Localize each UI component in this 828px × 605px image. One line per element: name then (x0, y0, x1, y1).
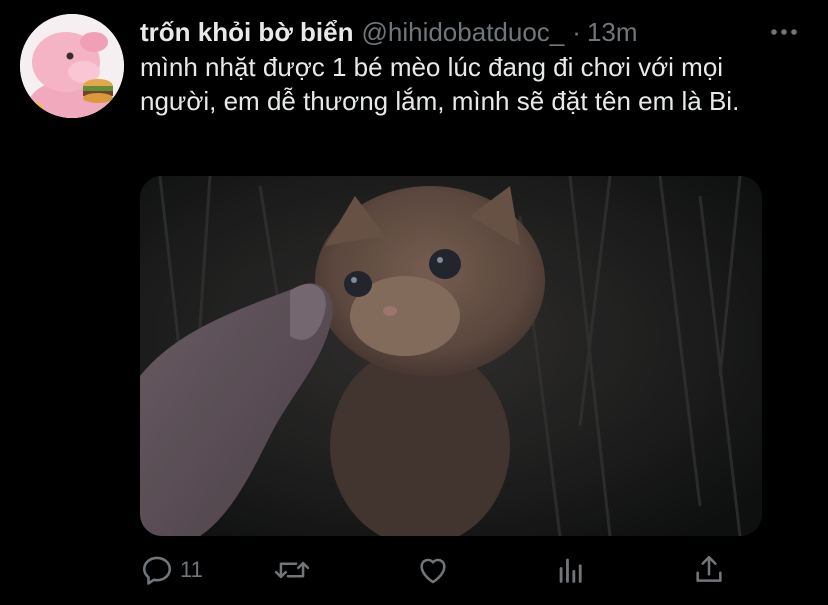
heart-icon (420, 558, 446, 584)
avatar-image (20, 14, 124, 118)
reply-icon (142, 556, 172, 585)
analytics-button[interactable] (554, 550, 588, 590)
separator-dot: · (572, 17, 581, 47)
kitten-photo (140, 176, 762, 536)
tweet-media-photo[interactable] (140, 176, 762, 536)
more-options-button[interactable] (768, 16, 800, 48)
timestamp[interactable]: 13m (587, 14, 638, 50)
analytics-icon (559, 558, 582, 583)
tweet-text: mình nhặt được 1 bé mèo lúc đang đi chơi… (140, 52, 740, 116)
retweet-icon (274, 561, 310, 579)
tweet-actions: 11 (140, 550, 740, 590)
reply-button[interactable]: 11 (140, 550, 203, 590)
reply-count: 11 (180, 557, 203, 582)
more-horizontal-icon (771, 29, 797, 35)
like-button[interactable] (416, 550, 456, 590)
user-handle[interactable]: @hihidobatduoc_ (361, 14, 564, 50)
display-name[interactable]: trốn khỏi bờ biển (140, 14, 353, 50)
share-icon (696, 555, 722, 582)
retweet-button[interactable] (274, 550, 316, 590)
tweet[interactable]: trốn khỏi bờ biển @hihidobatduoc_ · 13m … (0, 0, 828, 605)
share-button[interactable] (692, 550, 726, 590)
avatar[interactable] (20, 14, 124, 118)
tweet-header: trốn khỏi bờ biển @hihidobatduoc_ · 13m (140, 14, 638, 50)
